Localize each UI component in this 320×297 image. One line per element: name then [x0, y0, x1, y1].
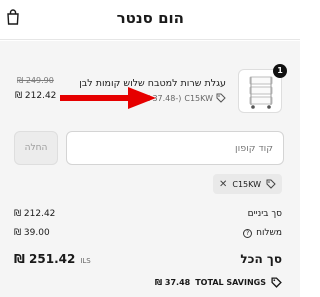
total-value: ₪ 251.42 — [14, 252, 76, 266]
coupon-code-input[interactable] — [67, 132, 283, 164]
store-title: הום סנטר — [116, 9, 184, 27]
annotation-arrow — [60, 87, 156, 109]
coupon-input-wrapper — [66, 131, 284, 165]
discount-code: C15KW — [184, 93, 213, 103]
apply-coupon-button[interactable]: החלה — [14, 131, 58, 165]
remove-discount-icon[interactable]: ✕ — [219, 179, 227, 190]
savings-label: TOTAL SAVINGS — [195, 278, 266, 287]
help-icon[interactable]: ? — [243, 228, 253, 238]
original-price: ₪ 249.90 — [17, 76, 54, 85]
product-thumbnail: 1 — [238, 64, 287, 113]
header: הום סנטר — [0, 0, 300, 40]
total-label: סך הכל — [240, 252, 282, 266]
order-summary-panel: 1 עגלת שרות למטבח שלוש קומות לבן (₪ 37.4… — [0, 41, 300, 297]
applied-code: C15KW — [232, 179, 261, 189]
product-cart-image — [249, 76, 273, 109]
subtotal-value: ₪ 212.42 — [14, 209, 56, 219]
shipping-label: משלוח — [256, 228, 282, 238]
subtotal-label: סך ביניים — [247, 209, 282, 219]
tag-icon — [266, 179, 276, 189]
savings-value: ₪ 37.48 — [154, 278, 191, 287]
tag-icon — [271, 277, 282, 288]
shopping-bag-icon[interactable] — [6, 9, 20, 25]
product-price: ₪ 212.42 — [15, 91, 57, 101]
tag-icon — [216, 93, 226, 103]
shipping-value: ₪ 39.00 — [14, 228, 50, 238]
total-currency: ILS — [80, 257, 91, 265]
applied-discount-chip: ✕ C15KW — [212, 174, 282, 194]
